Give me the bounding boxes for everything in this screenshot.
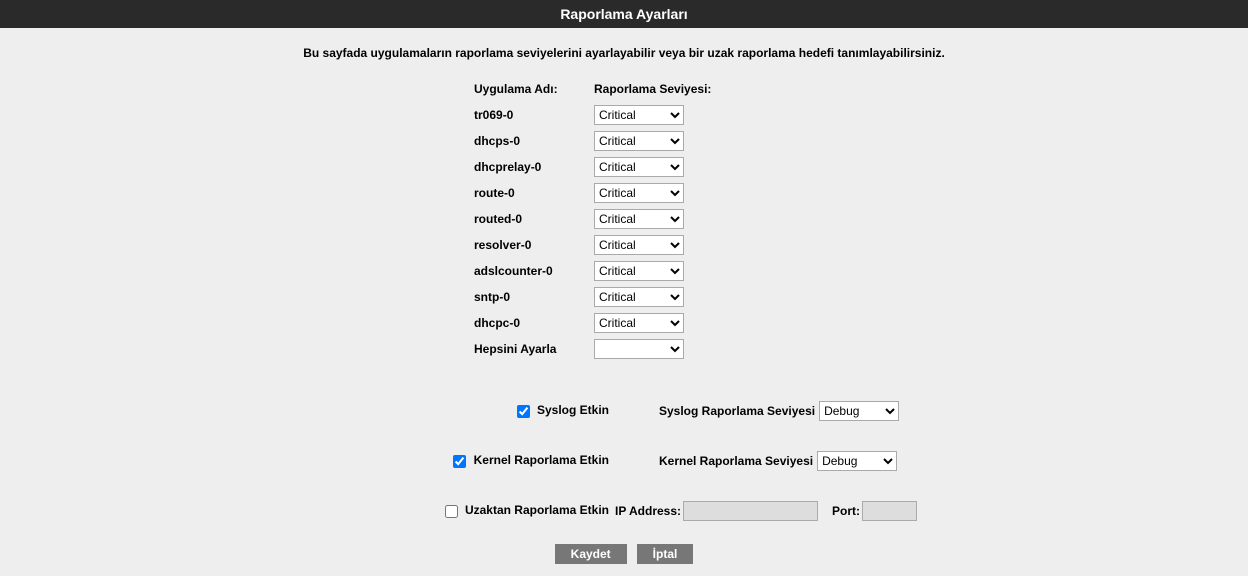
apps-table-row: dhcps-0CriticalErrorWarningNoticeInfoDeb… bbox=[474, 128, 774, 154]
kernel-level-select[interactable]: CriticalErrorWarningNoticeInfoDebug bbox=[817, 451, 897, 471]
app-name-label: resolver-0 bbox=[474, 238, 594, 252]
app-name-label: route-0 bbox=[474, 186, 594, 200]
page-title-bar: Raporlama Ayarları bbox=[0, 0, 1248, 28]
page-title: Raporlama Ayarları bbox=[560, 6, 687, 22]
apps-table-row: resolver-0CriticalErrorWarningNoticeInfo… bbox=[474, 232, 774, 258]
remote-checkbox[interactable] bbox=[445, 505, 458, 518]
app-level-select[interactable]: CriticalErrorWarningNoticeInfoDebug bbox=[594, 131, 684, 151]
kernel-level-label: Kernel Raporlama Seviyesi bbox=[659, 454, 813, 468]
options-section: Syslog Etkin Syslog Raporlama Seviyesi C… bbox=[214, 386, 1034, 536]
page-description: Bu sayfada uygulamaların raporlama seviy… bbox=[0, 28, 1248, 76]
kernel-checkbox[interactable] bbox=[453, 455, 466, 468]
set-all-label: Hepsini Ayarla bbox=[474, 342, 594, 356]
app-name-label: dhcps-0 bbox=[474, 134, 594, 148]
syslog-checkbox-wrap[interactable]: Syslog Etkin bbox=[513, 403, 609, 417]
app-level-select[interactable]: CriticalErrorWarningNoticeInfoDebug bbox=[594, 313, 684, 333]
apps-table-row: sntp-0CriticalErrorWarningNoticeInfoDebu… bbox=[474, 284, 774, 310]
column-header-report-level: Raporlama Seviyesi: bbox=[594, 82, 764, 96]
app-name-label: routed-0 bbox=[474, 212, 594, 226]
apps-table: Uygulama Adı: Raporlama Seviyesi: tr069-… bbox=[474, 76, 774, 362]
app-name-label: dhcprelay-0 bbox=[474, 160, 594, 174]
button-row: Kaydet İptal bbox=[0, 536, 1248, 576]
cancel-button[interactable]: İptal bbox=[637, 544, 694, 564]
syslog-row: Syslog Etkin Syslog Raporlama Seviyesi C… bbox=[214, 386, 1034, 436]
remote-port-input[interactable] bbox=[862, 501, 917, 521]
app-level-select[interactable]: CriticalErrorWarningNoticeInfoDebug bbox=[594, 261, 684, 281]
syslog-checkbox[interactable] bbox=[517, 405, 530, 418]
save-button[interactable]: Kaydet bbox=[555, 544, 627, 564]
app-level-select[interactable]: CriticalErrorWarningNoticeInfoDebug bbox=[594, 287, 684, 307]
remote-row: Uzaktan Raporlama Etkin IP Address: Port… bbox=[214, 486, 1034, 536]
apps-table-row: route-0CriticalErrorWarningNoticeInfoDeb… bbox=[474, 180, 774, 206]
app-level-select[interactable]: CriticalErrorWarningNoticeInfoDebug bbox=[594, 157, 684, 177]
app-name-label: tr069-0 bbox=[474, 108, 594, 122]
apps-table-row: dhcprelay-0CriticalErrorWarningNoticeInf… bbox=[474, 154, 774, 180]
syslog-level-select[interactable]: CriticalErrorWarningNoticeInfoDebug bbox=[819, 401, 899, 421]
app-level-select[interactable]: CriticalErrorWarningNoticeInfoDebug bbox=[594, 235, 684, 255]
remote-checkbox-wrap[interactable]: Uzaktan Raporlama Etkin bbox=[441, 503, 609, 517]
kernel-checkbox-wrap[interactable]: Kernel Raporlama Etkin bbox=[449, 453, 609, 467]
app-level-select[interactable]: CriticalErrorWarningNoticeInfoDebug bbox=[594, 105, 684, 125]
remote-ip-input[interactable] bbox=[683, 501, 818, 521]
remote-checkbox-label: Uzaktan Raporlama Etkin bbox=[465, 503, 609, 517]
app-level-select[interactable]: CriticalErrorWarningNoticeInfoDebug bbox=[594, 209, 684, 229]
app-name-label: sntp-0 bbox=[474, 290, 594, 304]
remote-ip-label: IP Address: bbox=[615, 504, 681, 518]
app-name-label: adslcounter-0 bbox=[474, 264, 594, 278]
set-all-row: Hepsini Ayarla CriticalErrorWarningNotic… bbox=[474, 336, 774, 362]
syslog-checkbox-label: Syslog Etkin bbox=[537, 403, 609, 417]
apps-table-row: adslcounter-0CriticalErrorWarningNoticeI… bbox=[474, 258, 774, 284]
kernel-checkbox-label: Kernel Raporlama Etkin bbox=[474, 453, 609, 467]
syslog-level-label: Syslog Raporlama Seviyesi bbox=[659, 404, 815, 418]
app-level-select[interactable]: CriticalErrorWarningNoticeInfoDebug bbox=[594, 183, 684, 203]
column-header-app-name: Uygulama Adı: bbox=[474, 82, 594, 96]
kernel-row: Kernel Raporlama Etkin Kernel Raporlama … bbox=[214, 436, 1034, 486]
remote-port-label: Port: bbox=[832, 504, 860, 518]
app-name-label: dhcpc-0 bbox=[474, 316, 594, 330]
apps-table-header: Uygulama Adı: Raporlama Seviyesi: bbox=[474, 76, 774, 102]
apps-table-row: routed-0CriticalErrorWarningNoticeInfoDe… bbox=[474, 206, 774, 232]
set-all-select[interactable]: CriticalErrorWarningNoticeInfoDebug bbox=[594, 339, 684, 359]
apps-table-row: tr069-0CriticalErrorWarningNoticeInfoDeb… bbox=[474, 102, 774, 128]
apps-table-row: dhcpc-0CriticalErrorWarningNoticeInfoDeb… bbox=[474, 310, 774, 336]
